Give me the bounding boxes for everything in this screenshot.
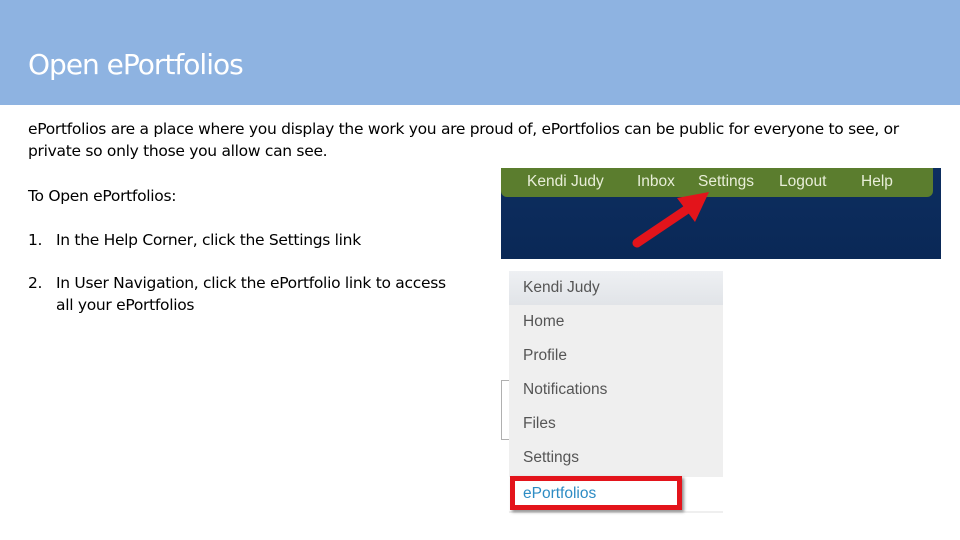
instructions-heading: To Open ePortfolios: xyxy=(28,187,177,205)
nav-item-profile[interactable]: Profile xyxy=(509,339,723,373)
step-1: 1. In the Help Corner, click the Setting… xyxy=(28,229,448,251)
step-number: 2. xyxy=(28,274,43,292)
nav-item-files[interactable]: Files xyxy=(509,407,723,441)
nav-item-home[interactable]: Home xyxy=(509,305,723,339)
nav-item-settings[interactable]: Settings xyxy=(509,441,723,475)
slide-title: Open ePortfolios xyxy=(28,48,244,81)
nav-item-eportfolios[interactable]: ePortfolios xyxy=(509,477,723,511)
panel-edge xyxy=(501,380,509,440)
step-text: In the Help Corner, click the Settings l… xyxy=(56,231,361,249)
help-link-logout[interactable]: Logout xyxy=(779,173,826,191)
step-number: 1. xyxy=(28,231,43,249)
step-text: In User Navigation, click the ePortfolio… xyxy=(56,274,446,314)
nav-item-notifications[interactable]: Notifications xyxy=(509,373,723,407)
intro-paragraph: ePortfolios are a place where you displa… xyxy=(28,120,899,160)
nav-header-user: Kendi Judy xyxy=(509,271,723,305)
help-link-inbox[interactable]: Inbox xyxy=(637,173,675,191)
title-bar: Open ePortfolios xyxy=(0,0,960,105)
help-corner-screenshot: Kendi Judy Inbox Settings Logout Help xyxy=(501,168,941,259)
help-link-settings[interactable]: Settings xyxy=(698,173,754,191)
steps-list: 1. In the Help Corner, click the Setting… xyxy=(28,229,448,337)
help-link-help[interactable]: Help xyxy=(861,173,893,191)
help-link-user[interactable]: Kendi Judy xyxy=(527,173,604,191)
user-navigation-screenshot: Kendi Judy Home Profile Notifications Fi… xyxy=(501,268,725,516)
user-navigation-panel: Kendi Judy Home Profile Notifications Fi… xyxy=(509,271,723,513)
step-2: 2. In User Navigation, click the ePortfo… xyxy=(28,272,448,316)
help-corner-bar: Kendi Judy Inbox Settings Logout Help xyxy=(501,168,933,197)
